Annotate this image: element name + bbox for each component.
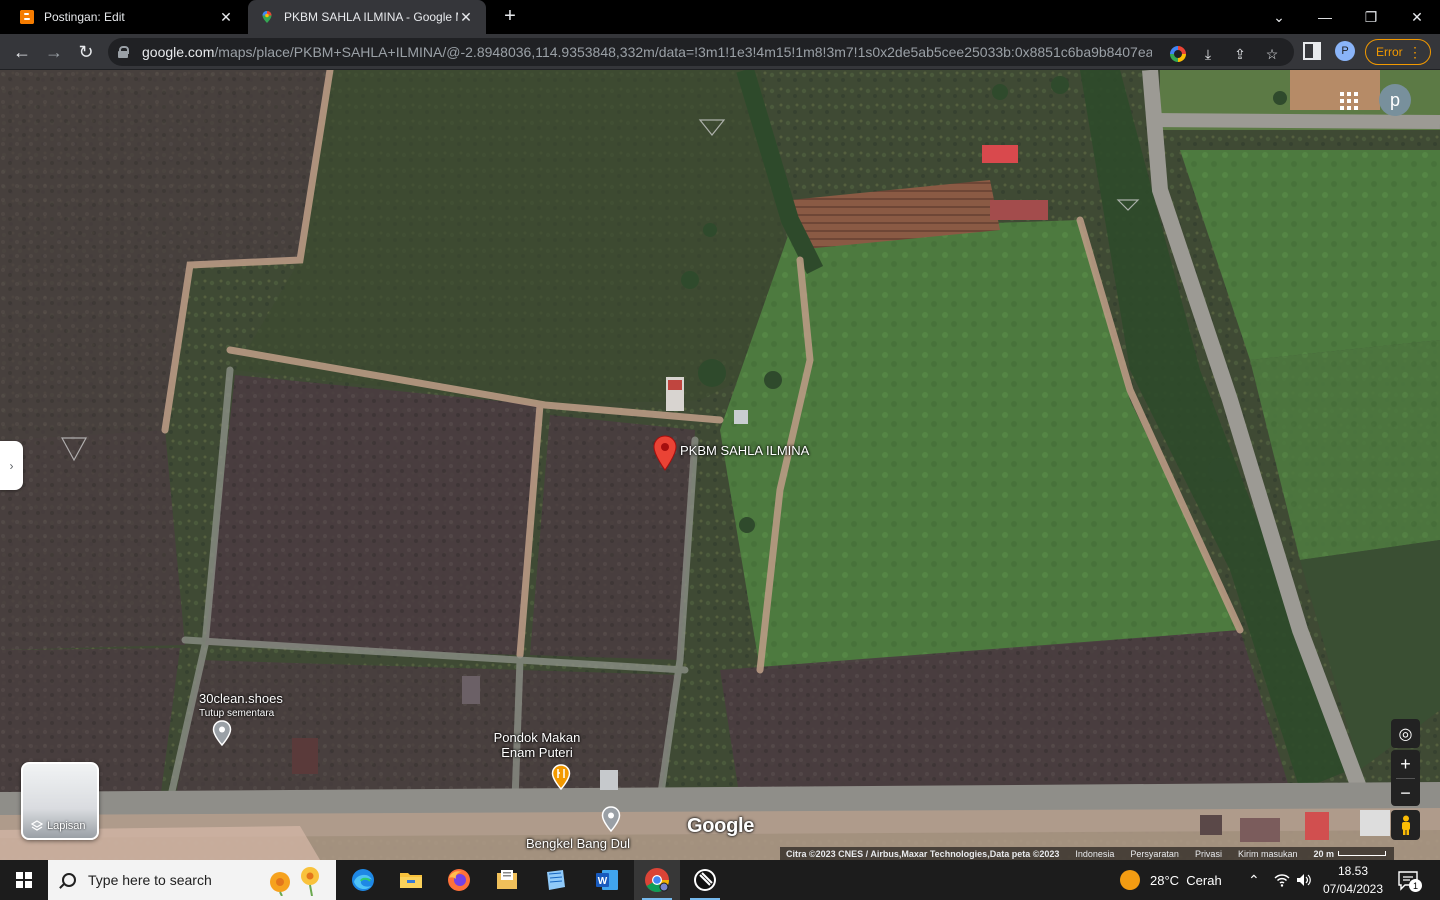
back-icon[interactable]: ← xyxy=(8,38,36,66)
notification-center-icon[interactable]: 1 xyxy=(1396,868,1422,892)
close-window-icon[interactable]: ✕ xyxy=(1394,0,1440,34)
scale-bar[interactable]: 20 m xyxy=(1305,849,1394,859)
edge-icon[interactable] xyxy=(340,860,386,900)
volume-icon[interactable] xyxy=(1296,860,1312,900)
poi-label-pondok-makan[interactable]: Pondok Makan Enam Puteri xyxy=(489,730,585,760)
search-placeholder: Type here to search xyxy=(88,872,212,888)
notes-app-icon[interactable] xyxy=(532,860,578,900)
address-bar[interactable]: google.com/maps/place/PKBM+SAHLA+ILMINA/… xyxy=(108,38,1294,66)
my-location-icon[interactable]: ◎ xyxy=(1391,719,1420,748)
search-highlight-flowers-icon xyxy=(270,867,319,896)
map-attribution-bar: Citra ©2023 CNES / Airbus,Maxar Technolo… xyxy=(780,847,1394,860)
zoom-out-button[interactable]: − xyxy=(1391,779,1420,807)
place-label[interactable]: PKBM SAHLA ILMINA xyxy=(680,443,809,458)
minimize-icon[interactable]: — xyxy=(1302,0,1348,34)
browser-toolbar: ← → ↻ google.com/maps/place/PKBM+SAHLA+I… xyxy=(0,34,1440,70)
error-button[interactable]: Error ⋮ xyxy=(1365,39,1431,65)
weather-text: 28°C Cerah xyxy=(1150,872,1222,888)
google-lens-icon[interactable] xyxy=(1168,44,1188,64)
notification-badge: 1 xyxy=(1409,879,1422,892)
wifi-icon[interactable] xyxy=(1274,860,1290,900)
place-pin-icon[interactable] xyxy=(652,435,678,471)
bookmark-star-icon[interactable]: ☆ xyxy=(1262,44,1282,64)
firefox-icon[interactable] xyxy=(436,860,482,900)
google-maps-icon xyxy=(260,10,274,24)
link-indonesia[interactable]: Indonesia xyxy=(1067,849,1122,859)
imagery-credit: Citra ©2023 CNES / Airbus,Maxar Technolo… xyxy=(786,848,1060,859)
pegman-icon[interactable] xyxy=(1391,810,1420,840)
system-clock[interactable]: 18.53 07/04/2023 xyxy=(1322,862,1384,898)
tab-postingan[interactable]: Postingan: Edit ✕ xyxy=(8,0,246,34)
layers-icon xyxy=(31,820,43,831)
search-icon xyxy=(62,873,76,887)
lock-icon[interactable] xyxy=(118,46,129,58)
url-text: google.com/maps/place/PKBM+SAHLA+ILMINA/… xyxy=(142,44,1152,60)
extra-app-icon[interactable] xyxy=(682,860,728,900)
show-hidden-icons-icon[interactable]: ⌃ xyxy=(1248,860,1260,900)
zoom-in-button[interactable]: + xyxy=(1391,750,1420,778)
clock-time: 18.53 xyxy=(1337,864,1369,878)
link-feedback[interactable]: Kirim masukan xyxy=(1230,849,1306,859)
restore-icon[interactable]: ❐ xyxy=(1348,0,1394,34)
poi-label-30clean[interactable]: 30clean.shoes Tutup sementara xyxy=(199,691,283,721)
svg-text:W: W xyxy=(598,876,608,887)
start-button[interactable] xyxy=(0,860,48,900)
clock-date: 07/04/2023 xyxy=(1322,882,1384,896)
restaurant-marker-icon[interactable] xyxy=(551,764,571,790)
account-avatar[interactable]: p xyxy=(1379,84,1411,116)
google-logo: Google xyxy=(687,815,755,837)
location-marker-icon[interactable] xyxy=(601,806,621,832)
error-label: Error xyxy=(1376,45,1403,59)
collapse-side-panel-button[interactable]: › xyxy=(0,441,23,490)
profile-avatar[interactable]: P xyxy=(1335,41,1355,61)
word-icon[interactable]: W xyxy=(584,860,630,900)
share-icon[interactable]: ⇪ xyxy=(1230,44,1250,64)
install-app-icon[interactable]: ⤓ xyxy=(1198,44,1218,64)
layers-label-row: Lapisan xyxy=(31,820,86,832)
tab-title: Postingan: Edit xyxy=(44,10,125,24)
file-explorer-icon[interactable] xyxy=(388,860,434,900)
windows-logo-icon xyxy=(16,872,32,888)
reload-icon[interactable]: ↻ xyxy=(72,38,100,66)
tab-title: PKBM SAHLA ILMINA - Google Maps xyxy=(284,10,458,24)
poi-status: Tutup sementara xyxy=(199,708,275,719)
menu-dots-icon: ⋮ xyxy=(1408,44,1422,60)
location-marker-icon[interactable] xyxy=(212,720,232,746)
scale-label: 20 m xyxy=(1313,848,1334,859)
poi-name: 30clean.shoes xyxy=(199,691,283,706)
chrome-icon[interactable] xyxy=(634,860,680,900)
link-terms[interactable]: Persyaratan xyxy=(1122,849,1187,859)
google-apps-icon[interactable] xyxy=(1338,90,1360,112)
taskbar-search-box[interactable]: Type here to search xyxy=(48,860,336,900)
layers-button[interactable]: Lapisan xyxy=(21,762,99,840)
tab-strip: Postingan: Edit ✕ PKBM SAHLA ILMINA - Go… xyxy=(0,0,1440,34)
file-manager-icon[interactable] xyxy=(484,860,530,900)
poi-label-bengkel[interactable]: Bengkel Bang Dul xyxy=(526,836,630,851)
weather-widget[interactable]: 28°C Cerah xyxy=(1120,860,1222,900)
link-privacy[interactable]: Privasi xyxy=(1187,849,1230,859)
close-tab-icon[interactable]: ✕ xyxy=(458,9,474,26)
blogger-icon xyxy=(20,10,34,24)
side-panel-icon[interactable] xyxy=(1303,42,1321,60)
satellite-map[interactable]: › p PKBM SAHLA ILMINA 30clean.shoes Tutu… xyxy=(0,70,1440,860)
close-tab-icon[interactable]: ✕ xyxy=(218,9,234,26)
windows-taskbar: Type here to search W 28°C Cerah ⌃ 18.53… xyxy=(0,860,1440,900)
tab-search-icon[interactable]: ⌄ xyxy=(1256,0,1302,34)
tab-google-maps[interactable]: PKBM SAHLA ILMINA - Google Maps ✕ xyxy=(248,0,486,34)
layers-label: Lapisan xyxy=(47,820,86,832)
zoom-controls: + − xyxy=(1391,750,1420,806)
weather-sun-icon xyxy=(1120,870,1140,890)
forward-icon[interactable]: → xyxy=(40,38,68,66)
new-tab-button[interactable]: + xyxy=(498,4,522,28)
